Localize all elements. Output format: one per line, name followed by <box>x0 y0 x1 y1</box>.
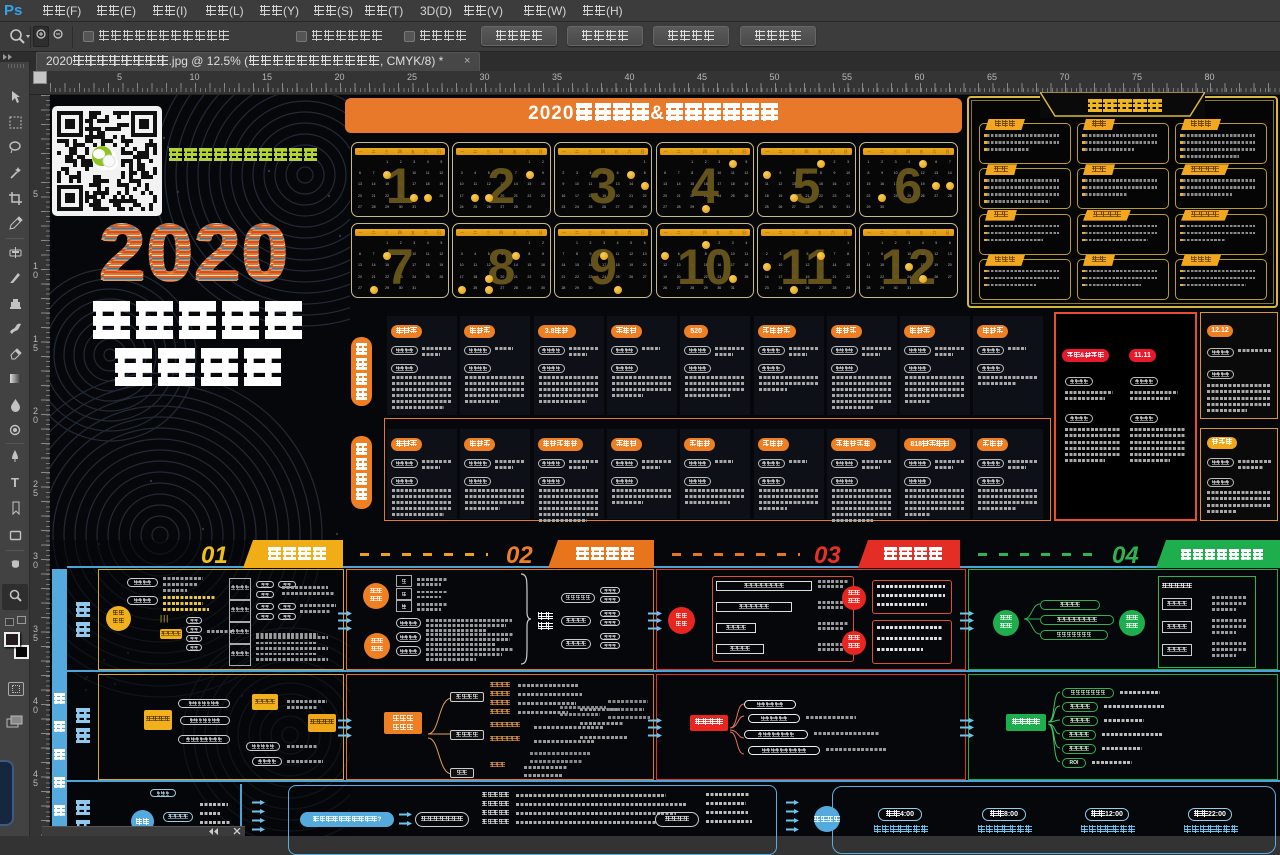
svg-text:T: T <box>11 475 19 490</box>
